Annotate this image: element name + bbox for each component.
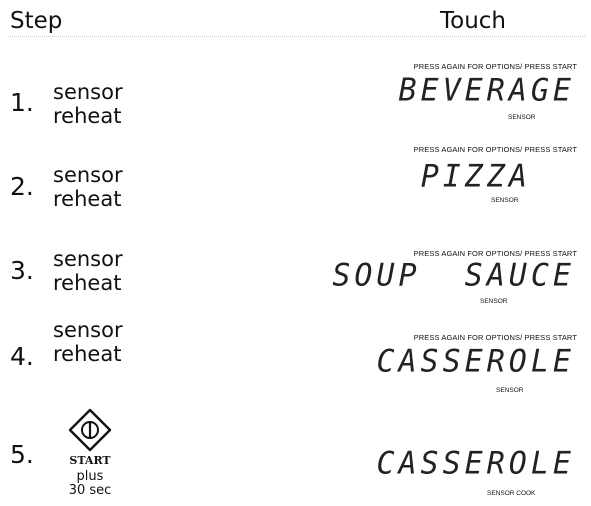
step-2-number: 2. [10, 172, 34, 201]
step-3-label-line-1: sensor [53, 247, 123, 271]
step-4-label: sensor reheat [53, 318, 123, 366]
step-2-display-caption: PRESS AGAIN FOR OPTIONS/ PRESS START [413, 145, 577, 154]
start-button[interactable]: START plus 30 sec [62, 408, 122, 503]
touch-column-heading: Touch [440, 8, 507, 34]
step-4-label-line-2: reheat [53, 342, 122, 366]
step-column-heading: Step [10, 8, 63, 34]
start-plus-line-2: 30 sec [68, 483, 112, 498]
start-plus-text: plus 30 sec [62, 470, 118, 498]
step-2-display-text: PIZZA [420, 158, 531, 195]
step-3-number: 3. [10, 256, 34, 285]
step-4-label-line-1: sensor [53, 318, 123, 342]
step-2-label-line-1: sensor [53, 163, 123, 187]
step-4-display-text: CASSEROLE [376, 343, 575, 380]
step-3-display-sub: SENSOR [480, 298, 508, 305]
step-4-display-caption: PRESS AGAIN FOR OPTIONS/ PRESS START [413, 333, 577, 342]
start-plus-line-1: plus [76, 469, 104, 484]
step-4-number: 4. [10, 342, 34, 371]
step-1-display-caption: PRESS AGAIN FOR OPTIONS/ PRESS START [413, 62, 577, 71]
start-label: START [69, 454, 111, 467]
step-1-number: 1. [10, 88, 34, 117]
step-4-display-sub: SENSOR [496, 387, 524, 394]
step-1-label-line-2: reheat [53, 104, 122, 128]
header: Step Touch [0, 0, 591, 40]
step-1-display-text: BEVERAGE [398, 72, 575, 109]
step-1-display-sub: SENSOR [508, 114, 536, 121]
step-3-display-text: SOUP SAUCE [332, 257, 575, 294]
header-divider [8, 36, 585, 37]
step-2-label: sensor reheat [53, 163, 123, 211]
step-2-display-sub: SENSOR [491, 197, 519, 204]
step-1-label-line-1: sensor [53, 80, 123, 104]
start-diamond-icon [68, 408, 112, 452]
step-5-number: 5. [10, 440, 34, 469]
step-1-label: sensor reheat [53, 80, 123, 128]
step-2-label-line-2: reheat [53, 187, 122, 211]
step-3-label: sensor reheat [53, 247, 123, 295]
step-5-display-sub: SENSOR COOK [487, 490, 536, 497]
step-3-label-line-2: reheat [53, 271, 122, 295]
step-5-display-text: CASSEROLE [376, 445, 575, 482]
